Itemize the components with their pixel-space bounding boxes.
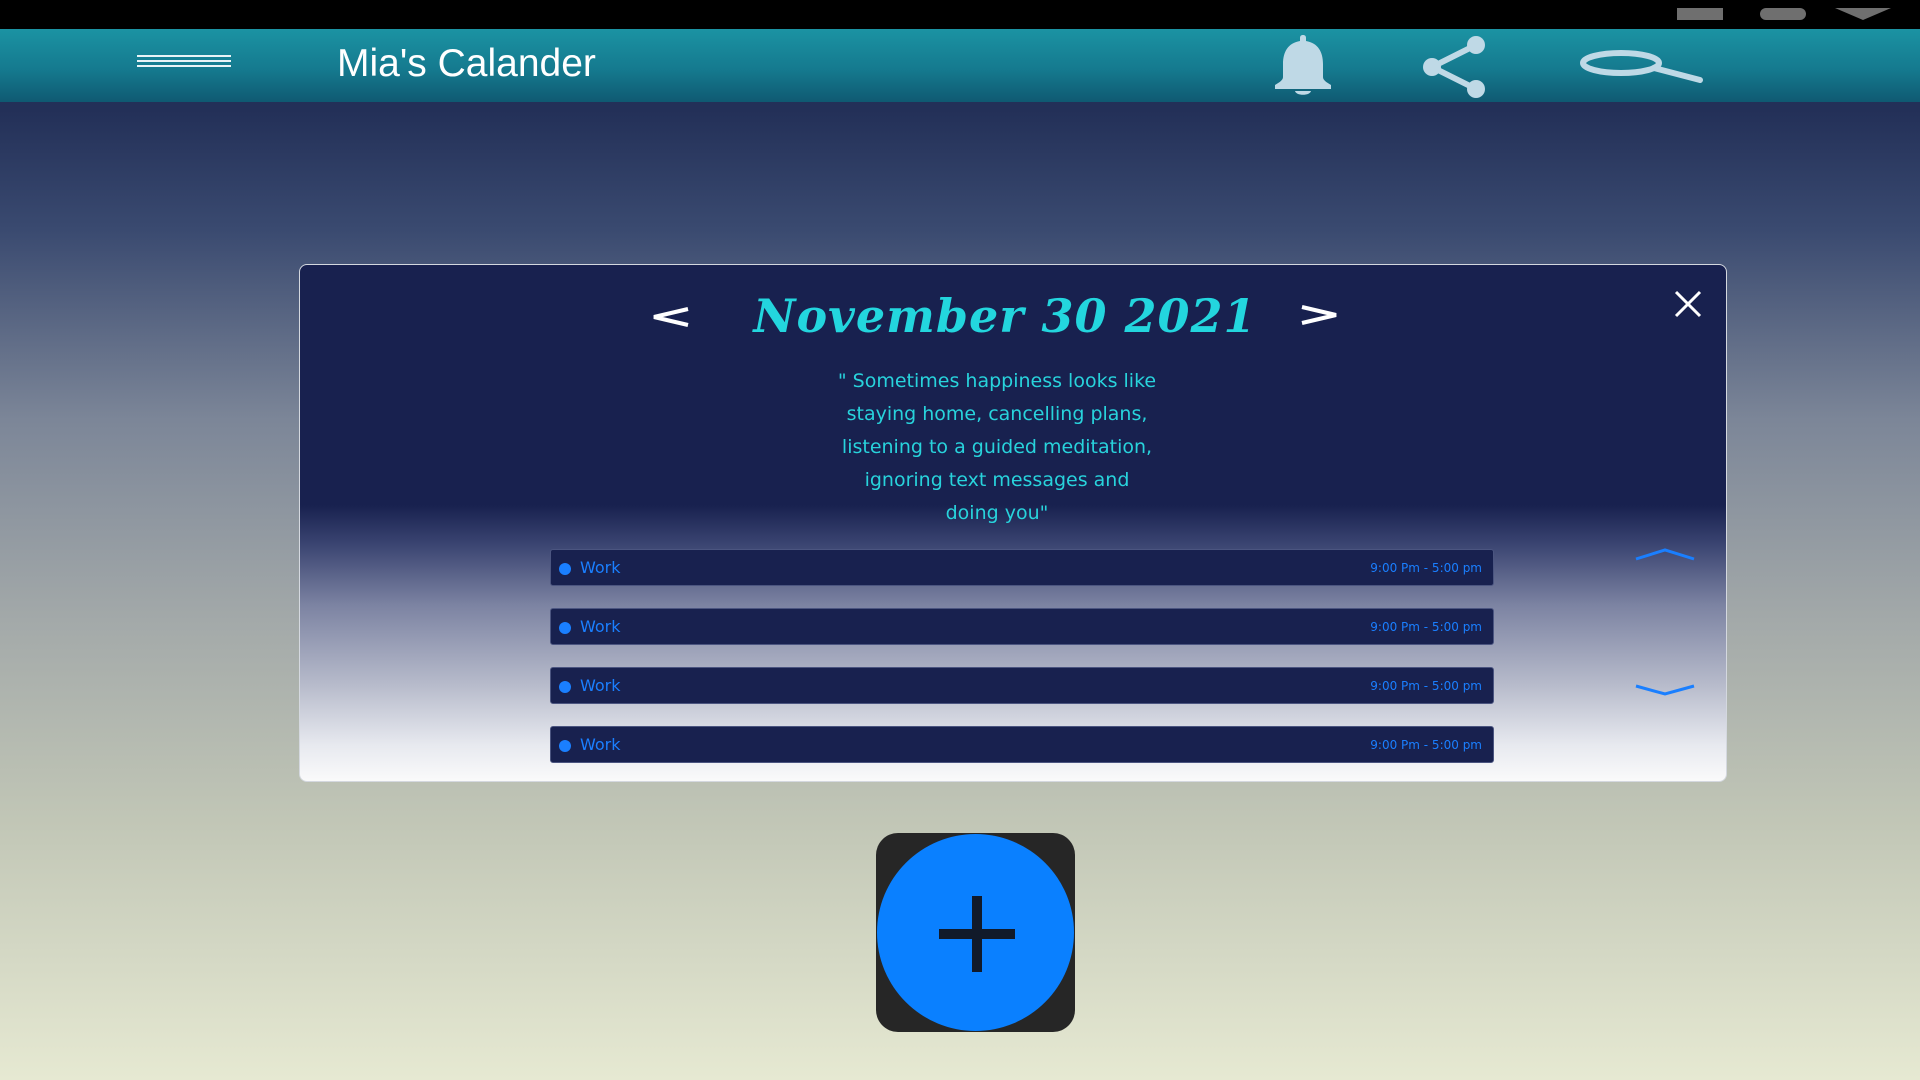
add-event-button[interactable] bbox=[876, 833, 1075, 1032]
app-header: Mia's Calander bbox=[0, 29, 1920, 102]
event-time: 9:00 Pm - 5:00 pm bbox=[1370, 738, 1482, 752]
event-time: 9:00 Pm - 5:00 pm bbox=[1370, 561, 1482, 575]
event-time: 9:00 Pm - 5:00 pm bbox=[1370, 679, 1482, 693]
bell-icon[interactable] bbox=[1268, 33, 1338, 97]
event-dot-icon bbox=[559, 740, 571, 752]
quote-line: ignoring text messages and bbox=[864, 469, 1130, 491]
event-dot-icon bbox=[559, 622, 571, 634]
close-icon[interactable] bbox=[1673, 289, 1703, 319]
minimize-button[interactable] bbox=[1677, 8, 1723, 20]
search-icon[interactable] bbox=[1578, 44, 1704, 84]
event-label: Work bbox=[580, 558, 621, 577]
add-circle[interactable] bbox=[877, 834, 1074, 1031]
date-title: November 30 2021 bbox=[753, 289, 1257, 343]
scroll-down-icon[interactable] bbox=[1634, 683, 1696, 697]
dropdown-button[interactable] bbox=[1835, 8, 1891, 20]
menu-icon[interactable] bbox=[137, 55, 231, 73]
scroll-up-icon[interactable] bbox=[1634, 547, 1696, 561]
day-detail-modal: November 30 2021 " Sometimes happiness l… bbox=[299, 264, 1727, 782]
event-label: Work bbox=[580, 735, 621, 754]
plus-icon bbox=[939, 896, 1015, 972]
app-title: Mia's Calander bbox=[337, 42, 596, 85]
event-dot-icon bbox=[559, 563, 571, 575]
next-day-button[interactable] bbox=[1300, 301, 1338, 331]
event-item[interactable]: Work 9:00 Pm - 5:00 pm bbox=[550, 667, 1494, 704]
event-item[interactable]: Work 9:00 Pm - 5:00 pm bbox=[550, 549, 1494, 586]
daily-quote: " Sometimes happiness looks like staying… bbox=[822, 365, 1172, 530]
event-list: Work 9:00 Pm - 5:00 pm Work 9:00 Pm - 5:… bbox=[550, 549, 1494, 781]
system-bar bbox=[0, 0, 1920, 29]
event-item[interactable]: Work 9:00 Pm - 5:00 pm bbox=[550, 608, 1494, 645]
quote-line: staying home, cancelling plans, bbox=[846, 403, 1148, 425]
event-time: 9:00 Pm - 5:00 pm bbox=[1370, 620, 1482, 634]
quote-line: doing you" bbox=[945, 502, 1049, 524]
event-label: Work bbox=[580, 676, 621, 695]
event-item[interactable]: Work 9:00 Pm - 5:00 pm bbox=[550, 726, 1494, 763]
event-label: Work bbox=[580, 617, 621, 636]
maximize-button[interactable] bbox=[1760, 8, 1806, 20]
event-dot-icon bbox=[559, 681, 571, 693]
quote-line: listening to a guided meditation, bbox=[841, 436, 1153, 458]
share-icon[interactable] bbox=[1420, 35, 1488, 99]
quote-line: " Sometimes happiness looks like bbox=[837, 370, 1157, 392]
